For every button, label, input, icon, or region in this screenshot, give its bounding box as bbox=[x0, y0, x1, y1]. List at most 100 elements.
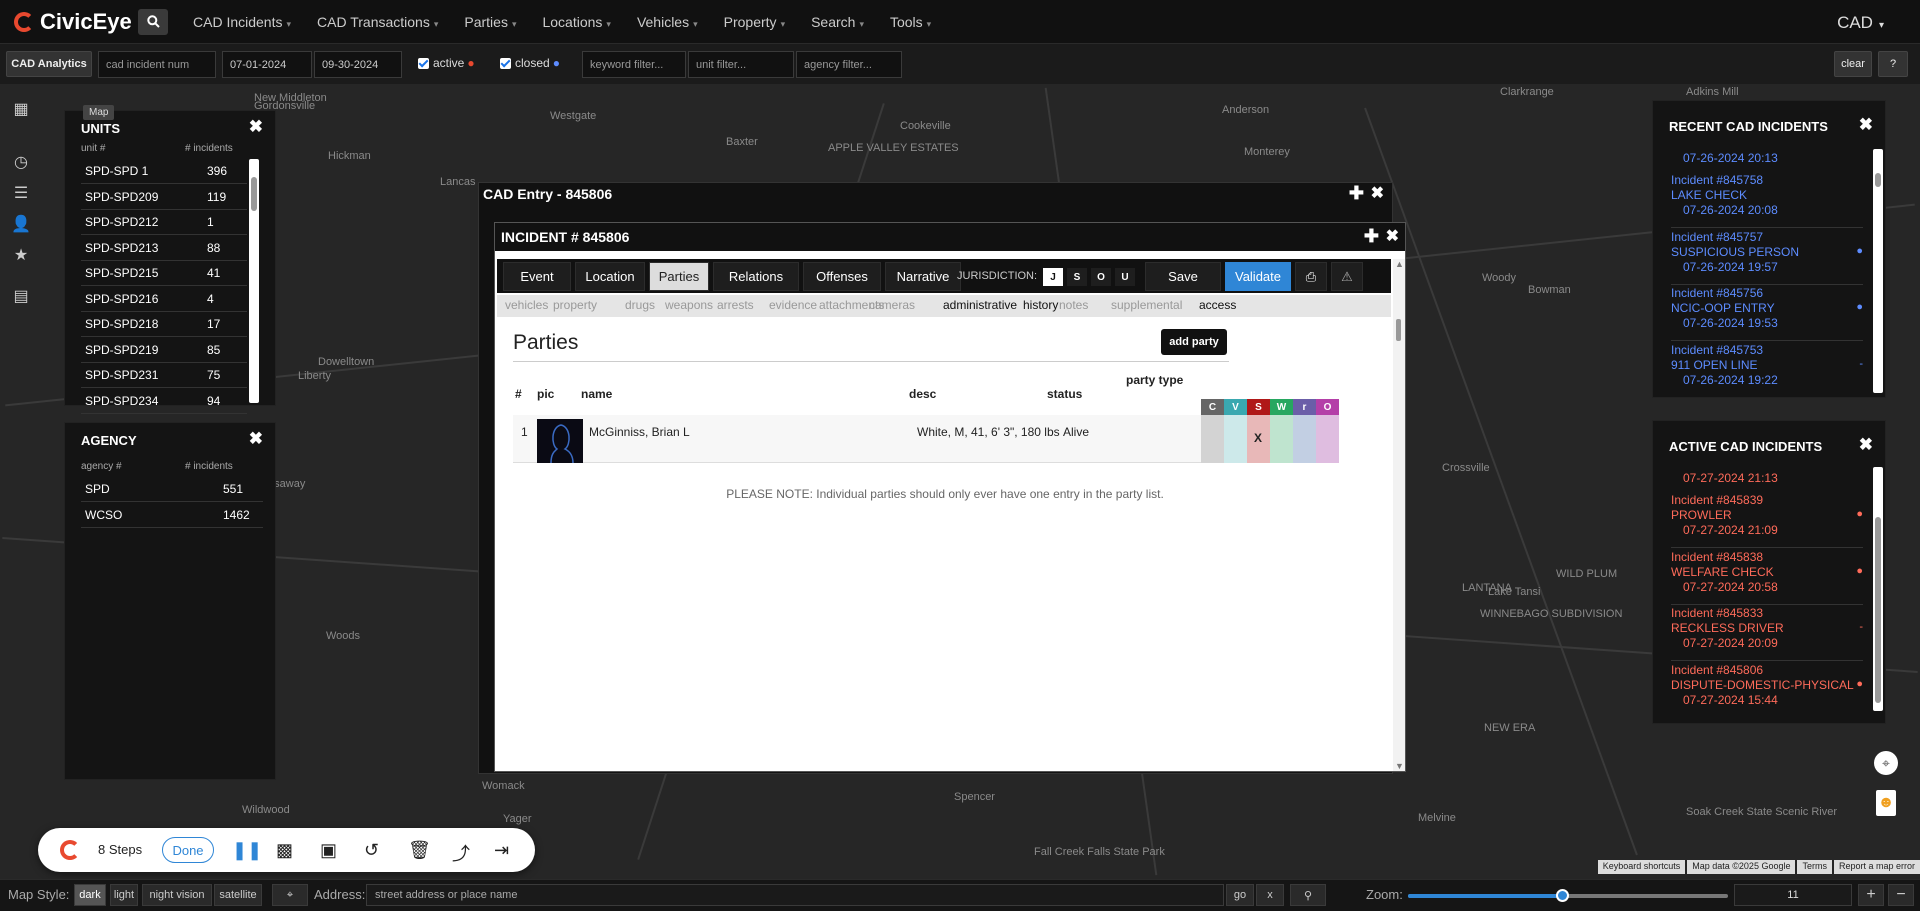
incident-item[interactable]: Incident #845838 WELFARE CHECK 07-27-2024 … bbox=[1671, 550, 1863, 605]
active-checkbox[interactable]: active ● bbox=[418, 56, 475, 70]
party-type-cell[interactable] bbox=[1224, 415, 1247, 463]
start-date-input[interactable]: 07-01-2024 bbox=[222, 51, 312, 78]
zoom-in-button[interactable]: + bbox=[1858, 884, 1884, 906]
clear-address-button[interactable]: x bbox=[1256, 884, 1284, 906]
tab-parties[interactable]: Parties bbox=[649, 262, 709, 291]
jurisdiction-option-u[interactable]: U bbox=[1115, 268, 1135, 286]
agency-filter-input[interactable]: agency filter... bbox=[796, 51, 902, 78]
go-button[interactable]: go bbox=[1226, 884, 1254, 906]
recent-scroll-thumb[interactable] bbox=[1875, 173, 1881, 187]
map-style-light[interactable]: light bbox=[110, 884, 138, 906]
units-scrollbar[interactable] bbox=[249, 159, 259, 403]
incident-item[interactable]: Incident #845756 NCIC-OOP ENTRY 07-26-2024… bbox=[1671, 286, 1863, 341]
party-type-cell[interactable] bbox=[1293, 415, 1316, 463]
dashboard-button[interactable]: ▦ bbox=[6, 96, 36, 122]
mode-menu[interactable]: CAD ▾ bbox=[1837, 13, 1884, 33]
nav-item-search[interactable]: Search ▾ bbox=[798, 14, 877, 30]
unit-row[interactable]: SPD-SPD212 1 bbox=[81, 210, 247, 235]
save-button[interactable]: Save bbox=[1145, 262, 1221, 291]
person-button[interactable]: 👤 bbox=[6, 211, 36, 237]
end-date-input[interactable]: 09-30-2024 bbox=[314, 51, 402, 78]
image-icon[interactable]: ▣ bbox=[320, 840, 337, 861]
add-party-button[interactable]: add party bbox=[1161, 329, 1227, 355]
nav-item-parties[interactable]: Parties ▾ bbox=[451, 14, 529, 30]
active-scroll-thumb[interactable] bbox=[1875, 517, 1881, 703]
scroll-up-icon[interactable]: ▲ bbox=[1395, 259, 1404, 269]
tab-location[interactable]: Location bbox=[575, 262, 645, 291]
nav-item-cad-incidents[interactable]: CAD Incidents ▾ bbox=[180, 14, 304, 30]
expand-icon[interactable]: ✚ bbox=[1364, 226, 1379, 247]
attribution-link[interactable]: Keyboard shortcuts bbox=[1597, 860, 1686, 874]
zoom-out-button[interactable]: − bbox=[1888, 884, 1914, 906]
help-button[interactable]: ? bbox=[1878, 51, 1908, 77]
subtab-access[interactable]: access bbox=[1199, 298, 1236, 312]
subtab-vehicles[interactable]: vehicles bbox=[505, 298, 548, 312]
unit-row[interactable]: SPD-SPD213 88 bbox=[81, 236, 247, 261]
subtab-arrests[interactable]: arrests bbox=[717, 298, 754, 312]
zoom-slider[interactable] bbox=[1408, 889, 1728, 902]
close-icon[interactable]: ✖ bbox=[1859, 115, 1873, 135]
subtab-drugs[interactable]: drugs bbox=[625, 298, 655, 312]
incident-scroll-thumb[interactable] bbox=[1396, 319, 1401, 341]
incident-item[interactable]: Incident #845758 LAKE CHECK 07-26-2024 20:… bbox=[1671, 173, 1863, 228]
party-name[interactable]: McGinniss, Brian L bbox=[589, 425, 690, 439]
map-pin-icon[interactable]: ● bbox=[1856, 300, 1863, 315]
map-style-night-vision[interactable]: night vision bbox=[142, 884, 212, 906]
incident-num-input[interactable]: cad incident num bbox=[98, 51, 216, 78]
list-button[interactable]: ☰ bbox=[6, 180, 36, 206]
close-icon[interactable]: ✖ bbox=[1859, 435, 1873, 455]
tab-narrative[interactable]: Narrative bbox=[885, 262, 961, 291]
unit-filter-input[interactable]: unit filter... bbox=[688, 51, 794, 78]
subtab-history[interactable]: history bbox=[1023, 298, 1058, 312]
agency-row[interactable]: SPD 551 bbox=[81, 477, 263, 502]
pin-button[interactable]: ⚲ bbox=[1290, 884, 1326, 906]
close-icon[interactable]: ✖ bbox=[1371, 183, 1384, 203]
recenter-button[interactable]: ⌖ bbox=[272, 884, 308, 906]
attribution-link[interactable]: Terms bbox=[1797, 860, 1832, 874]
nav-item-locations[interactable]: Locations ▾ bbox=[529, 14, 623, 30]
unit-row[interactable]: SPD-SPD216 4 bbox=[81, 287, 247, 312]
party-type-cell[interactable] bbox=[1316, 415, 1339, 463]
agency-row[interactable]: WCSO 1462 bbox=[81, 503, 263, 528]
close-icon[interactable]: ✖ bbox=[1386, 226, 1399, 246]
map-pin-icon[interactable]: ● bbox=[1856, 677, 1863, 692]
scroll-down-icon[interactable]: ▼ bbox=[1395, 761, 1404, 771]
map-style-dark[interactable]: dark bbox=[74, 884, 106, 906]
map-pin-icon[interactable]: ● bbox=[1856, 564, 1863, 579]
expand-icon[interactable]: ✚ bbox=[1349, 183, 1364, 204]
incident-item[interactable]: Incident #845806 DISPUTE-DOMESTIC-PHYSICA… bbox=[1671, 663, 1863, 708]
keyword-filter-input[interactable]: keyword filter... bbox=[582, 51, 686, 78]
done-button[interactable]: Done bbox=[162, 837, 214, 863]
validate-button[interactable]: Validate bbox=[1225, 262, 1291, 291]
locate-me-button[interactable]: ⌖ bbox=[1874, 751, 1898, 775]
report-button[interactable]: ▤ bbox=[6, 283, 36, 309]
unit-row[interactable]: SPD-SPD234 94 bbox=[81, 389, 247, 414]
units-scroll-thumb[interactable] bbox=[251, 177, 257, 211]
incident-item[interactable]: Incident #845753 911 OPEN LINE 07-26-2024 … bbox=[1671, 343, 1863, 388]
zoom-slider-thumb[interactable] bbox=[1555, 889, 1569, 902]
trash-icon[interactable]: 🗑 bbox=[408, 840, 431, 861]
active-scrollbar[interactable] bbox=[1873, 467, 1883, 711]
table-row[interactable] bbox=[513, 415, 1201, 463]
subtab-supplemental[interactable]: supplemental bbox=[1111, 298, 1182, 312]
unit-row[interactable]: SPD-SPD218 17 bbox=[81, 312, 247, 337]
jurisdiction-option-o[interactable]: O bbox=[1091, 268, 1111, 286]
zoom-level-field[interactable]: 11 bbox=[1734, 884, 1852, 906]
party-photo[interactable] bbox=[537, 419, 583, 463]
recent-scrollbar[interactable] bbox=[1873, 149, 1883, 393]
pause-icon[interactable]: ❚❚ bbox=[232, 840, 262, 861]
nav-item-cad-transactions[interactable]: CAD Transactions ▾ bbox=[304, 14, 451, 30]
nav-item-vehicles[interactable]: Vehicles ▾ bbox=[624, 14, 711, 30]
blur-icon[interactable]: ▩ bbox=[276, 840, 293, 861]
party-type-cell[interactable] bbox=[1201, 415, 1224, 463]
subtab-evidence[interactable]: evidence bbox=[769, 298, 817, 312]
attribution-link[interactable]: Report a map error bbox=[1833, 860, 1920, 874]
map-badge[interactable]: Map bbox=[83, 105, 115, 120]
tab-event[interactable]: Event bbox=[503, 262, 571, 291]
app-logo[interactable]: CivicEye bbox=[14, 9, 138, 35]
arrow-up-icon[interactable]: ⤴ bbox=[452, 840, 470, 866]
global-search-button[interactable] bbox=[138, 8, 168, 35]
incident-scrollbar[interactable]: ▲ ▼ bbox=[1393, 259, 1405, 771]
subtab-cameras[interactable]: cameras bbox=[869, 298, 915, 312]
unit-row[interactable]: SPD-SPD209 119 bbox=[81, 185, 247, 210]
